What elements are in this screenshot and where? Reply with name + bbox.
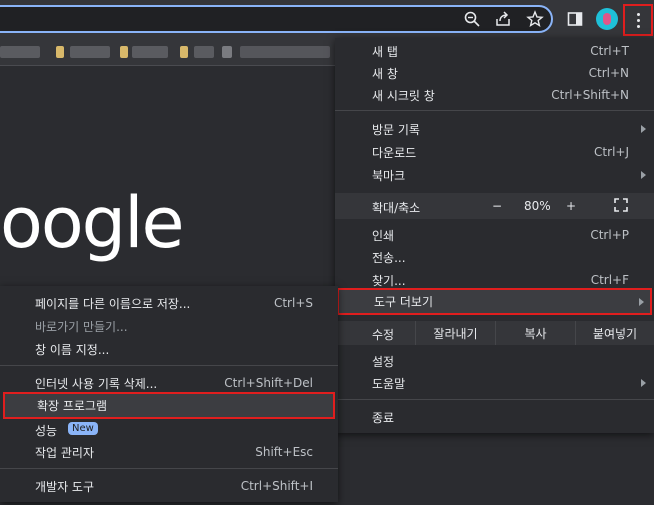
more-tools-submenu: 페이지를 다른 이름으로 저장... Ctrl+S 바로가기 만들기... 창 이… [0,286,338,502]
menu-item-cast[interactable]: 전송... [335,246,654,268]
bookmark-item[interactable] [120,46,128,58]
share-icon[interactable] [493,9,513,29]
profile-avatar[interactable] [596,8,618,30]
bookmark-item[interactable] [70,46,110,58]
menu-item-more-tools[interactable]: 도구 더보기 [337,288,652,315]
submenu-item-create-shortcut: 바로가기 만들기... [35,319,128,334]
menu-item-help[interactable]: 도움말 [335,372,654,394]
chevron-right-icon [641,379,646,387]
cut-button[interactable]: 잘라내기 [415,321,495,345]
star-icon[interactable] [525,9,545,29]
chrome-main-menu: 새 탭 Ctrl+T 새 창 Ctrl+N 새 시크릿 창 Ctrl+Shift+N … [335,38,654,433]
menu-item-incognito[interactable]: 새 시크릿 창 Ctrl+Shift+N [335,84,654,106]
zoom-icon[interactable] [462,9,482,29]
bookmark-item[interactable] [56,46,64,58]
zoom-out-button[interactable]: − [492,199,502,213]
menu-item-exit[interactable]: 종료 [335,406,654,428]
submenu-item-dev-tools[interactable]: 개발자 도구 Ctrl+Shift+I [0,475,338,497]
submenu-item-extensions[interactable]: 확장 프로그램 [3,392,335,419]
kebab-menu-icon[interactable] [623,4,653,36]
bookmark-item[interactable] [132,46,168,58]
zoom-in-button[interactable]: + [566,199,576,213]
menu-item-new-tab[interactable]: 새 탭 Ctrl+T [335,40,654,62]
browser-toolbar [0,0,654,38]
menu-item-new-window[interactable]: 새 창 Ctrl+N [335,62,654,84]
menu-item-downloads[interactable]: 다운로드 Ctrl+J [335,141,654,163]
edit-row: 수정 잘라내기 복사 붙여넣기 [335,321,654,345]
submenu-item-save-page[interactable]: 페이지를 다른 이름으로 저장... Ctrl+S [0,292,338,314]
submenu-item-performance[interactable]: 성능 New [0,419,338,441]
fullscreen-icon[interactable] [613,197,629,216]
chevron-right-icon [641,125,646,133]
paste-button[interactable]: 붙여넣기 [575,321,654,345]
menu-item-history[interactable]: 방문 기록 [335,118,654,140]
submenu-item-clear-history[interactable]: 인터넷 사용 기록 삭제... Ctrl+Shift+Del [0,372,338,394]
side-panel-icon[interactable] [565,9,585,29]
zoom-row: 확대/축소 − 80% + [335,193,654,219]
google-logo: oogle [0,182,185,264]
bookmark-item[interactable] [240,46,330,58]
zoom-level: 80% [524,199,551,213]
bookmark-item[interactable] [180,46,188,58]
chevron-right-icon [641,171,646,179]
menu-item-print[interactable]: 인쇄 Ctrl+P [335,224,654,246]
submenu-item-task-manager[interactable]: 작업 관리자 Shift+Esc [0,441,338,463]
chevron-right-icon [639,297,644,306]
new-badge: New [68,422,98,435]
bookmark-item[interactable] [0,46,40,58]
copy-button[interactable]: 복사 [495,321,575,345]
bookmark-item[interactable] [222,46,232,58]
menu-item-bookmarks[interactable]: 북마크 [335,164,654,186]
bookmarks-bar [0,38,340,66]
submenu-item-name-window[interactable]: 창 이름 지정... [0,338,338,360]
menu-item-settings[interactable]: 설정 [335,350,654,372]
bookmark-item[interactable] [194,46,214,58]
